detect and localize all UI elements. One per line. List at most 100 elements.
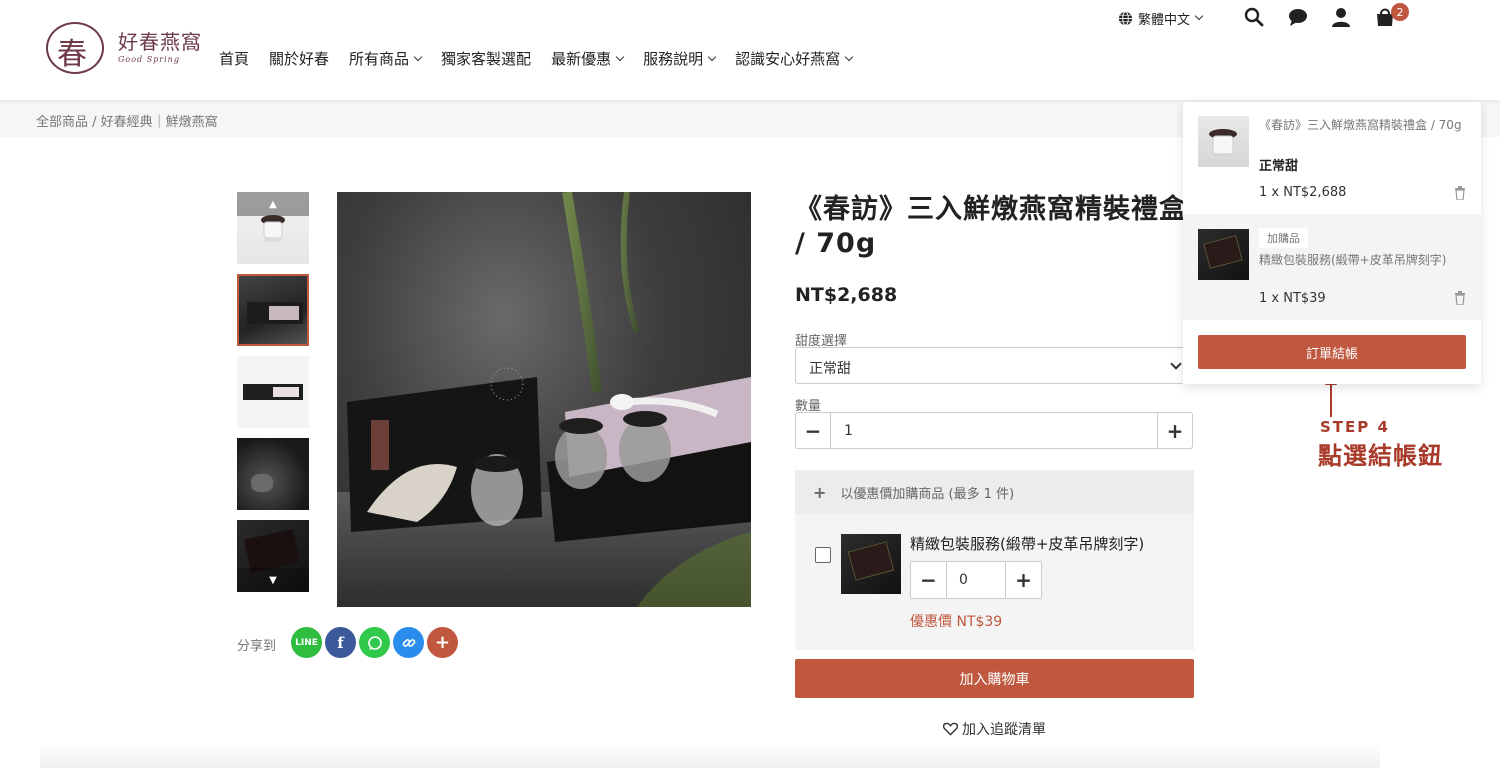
add-to-cart-button[interactable]: 加入購物車 <box>795 659 1194 698</box>
plus-icon: + <box>813 482 827 502</box>
chevron-down-icon <box>1170 358 1182 370</box>
footer-edge <box>40 742 1380 768</box>
addon-section: + 以優惠價加購商品 (最多 1 件) 精緻包裝服務(緞帶+皮革吊牌刻字) − … <box>795 470 1194 650</box>
addon-checkbox[interactable] <box>815 547 831 563</box>
jar-image <box>1209 129 1237 155</box>
quantity-value: 1 <box>844 423 853 439</box>
wrapped-box-image <box>244 529 300 573</box>
more-share-button[interactable]: + <box>427 627 458 658</box>
cart-item: 加購品 精緻包裝服務(緞帶+皮革吊牌刻字) 1 x NT$39 <box>1183 214 1481 320</box>
heart-icon <box>943 722 958 736</box>
cart-item-image <box>1198 116 1249 167</box>
product-price: NT$2,688 <box>795 284 898 306</box>
cart-item: 《春訪》三入鮮燉燕窩精裝禮盒 / 70g 正常甜 1 x NT$2,688 <box>1183 102 1481 214</box>
addon-quantity-input[interactable]: 0 <box>947 561 1006 599</box>
product-photo <box>337 192 751 607</box>
nav-label: 服務說明 <box>643 50 704 68</box>
cart-item-name[interactable]: 《春訪》三入鮮燉燕窩精裝禮盒 / 70g <box>1259 116 1469 134</box>
nav-label: 最新優惠 <box>551 50 612 68</box>
logo-chinese-text: 好春燕窩 <box>118 30 202 54</box>
addon-header-text: 以優惠價加購商品 (最多 1 件) <box>840 486 1015 502</box>
chat-icon[interactable] <box>1287 6 1309 28</box>
wishlist-label: 加入追蹤清單 <box>962 722 1046 738</box>
gift-box-lining <box>273 387 299 397</box>
cart-item-qty-price: 1 x NT$39 <box>1259 291 1326 306</box>
trash-icon[interactable] <box>1454 186 1466 200</box>
chevron-down-icon <box>615 52 625 61</box>
addon-tag: 加購品 <box>1259 228 1308 248</box>
cart-item-qty-price: 1 x NT$2,688 <box>1259 185 1347 200</box>
link-icon <box>402 638 415 647</box>
site-header: 春 好春燕窩 Good Spring 首頁 關於好春 所有商品 獨家客製選配 最… <box>0 0 1500 100</box>
trash-icon[interactable] <box>1454 291 1466 305</box>
site-logo[interactable]: 春 好春燕窩 Good Spring <box>46 22 201 76</box>
line-share-button[interactable]: LINE <box>291 627 322 658</box>
jar-image <box>261 215 285 242</box>
annotation-step: STEP 4 <box>1320 418 1390 436</box>
nav-item-all-products[interactable]: 所有商品 <box>349 48 423 69</box>
thumbnail-up-arrow-icon[interactable]: ▲ <box>237 192 309 216</box>
user-icon[interactable] <box>1330 6 1352 28</box>
top-utility-bar: 繁體中文 <box>1118 6 1204 30</box>
cart-item-variant: 正常甜 <box>1259 159 1299 174</box>
addon-decrease-button[interactable]: − <box>910 561 947 599</box>
quantity-increase-button[interactable]: + <box>1157 412 1193 449</box>
product-thumbnail[interactable] <box>237 438 309 510</box>
addon-product-image <box>841 534 901 594</box>
sweetness-select[interactable]: 正常甜 <box>795 347 1189 384</box>
nav-label: 所有商品 <box>349 50 410 68</box>
addon-price: 優惠價 NT$39 <box>910 614 1003 630</box>
nav-label: 認識安心好燕窩 <box>735 50 841 68</box>
chevron-down-icon <box>707 52 717 61</box>
nav-item-services[interactable]: 服務說明 <box>643 48 717 69</box>
product-thumbnail[interactable]: ▼ <box>237 520 309 592</box>
bird-nest-image <box>251 474 273 492</box>
chevron-down-icon <box>844 52 854 61</box>
nav-item-offers[interactable]: 最新優惠 <box>551 48 625 69</box>
addon-quantity-value: 0 <box>959 572 968 588</box>
add-to-wishlist-button[interactable]: 加入追蹤清單 <box>943 719 1046 739</box>
breadcrumb[interactable]: 全部商品 / 好春經典｜鮮燉燕窩 <box>36 111 218 130</box>
cart-count-badge: 2 <box>1391 3 1409 21</box>
cart-item-name[interactable]: 精緻包裝服務(緞帶+皮革吊牌刻字) <box>1259 251 1469 269</box>
product-thumbnail[interactable]: ▲ <box>237 192 309 264</box>
facebook-share-button[interactable]: f <box>325 627 356 658</box>
cart-item-image <box>1198 229 1249 280</box>
logo-emblem: 春 <box>46 22 104 74</box>
nav-item-home[interactable]: 首頁 <box>219 48 249 69</box>
nav-item-about[interactable]: 關於好春 <box>269 48 329 69</box>
cart-dropdown: 《春訪》三入鮮燉燕窩精裝禮盒 / 70g 正常甜 1 x NT$2,688 加購… <box>1183 102 1481 384</box>
product-thumbnail-active[interactable] <box>237 274 309 346</box>
sweetness-selected-value: 正常甜 <box>809 361 851 377</box>
whatsapp-icon <box>367 635 382 650</box>
copy-link-button[interactable] <box>393 627 424 658</box>
addon-header[interactable]: + 以優惠價加購商品 (最多 1 件) <box>795 470 1194 514</box>
language-label: 繁體中文 <box>1138 12 1191 28</box>
whatsapp-share-button[interactable] <box>359 627 390 658</box>
logo-english-text: Good Spring <box>118 55 180 64</box>
addon-increase-button[interactable]: + <box>1005 561 1042 599</box>
share-label: 分享到 <box>237 639 277 654</box>
main-nav: 首頁 關於好春 所有商品 獨家客製選配 最新優惠 服務說明 認識安心好燕窩 <box>219 48 872 69</box>
product-main-image[interactable] <box>337 192 751 607</box>
nav-item-learn[interactable]: 認識安心好燕窩 <box>735 48 854 69</box>
globe-icon <box>1118 10 1133 26</box>
language-selector[interactable]: 繁體中文 <box>1118 9 1204 28</box>
thumbnail-down-arrow-icon[interactable]: ▼ <box>237 568 309 592</box>
search-icon[interactable] <box>1243 6 1265 28</box>
quantity-input[interactable]: 1 <box>831 412 1157 449</box>
gift-box-lining <box>269 306 299 320</box>
checkout-button[interactable]: 訂單結帳 <box>1198 335 1466 369</box>
product-thumbnail[interactable] <box>237 356 309 428</box>
product-title: 《春訪》三入鮮燉燕窩精裝禮盒 / 70g <box>795 194 1187 259</box>
nav-label: 獨家客製選配 <box>441 50 532 68</box>
annotation-text: 點選結帳鈕 <box>1318 442 1443 470</box>
chevron-down-icon <box>413 52 423 61</box>
chevron-down-icon <box>1194 11 1204 21</box>
wrapped-box-image <box>1203 235 1243 269</box>
nav-label: 關於好春 <box>269 50 330 68</box>
nav-item-custom[interactable]: 獨家客製選配 <box>441 48 531 69</box>
nav-label: 首頁 <box>219 50 250 68</box>
addon-product-name: 精緻包裝服務(緞帶+皮革吊牌刻字) <box>910 535 1145 553</box>
quantity-decrease-button[interactable]: − <box>795 412 831 449</box>
